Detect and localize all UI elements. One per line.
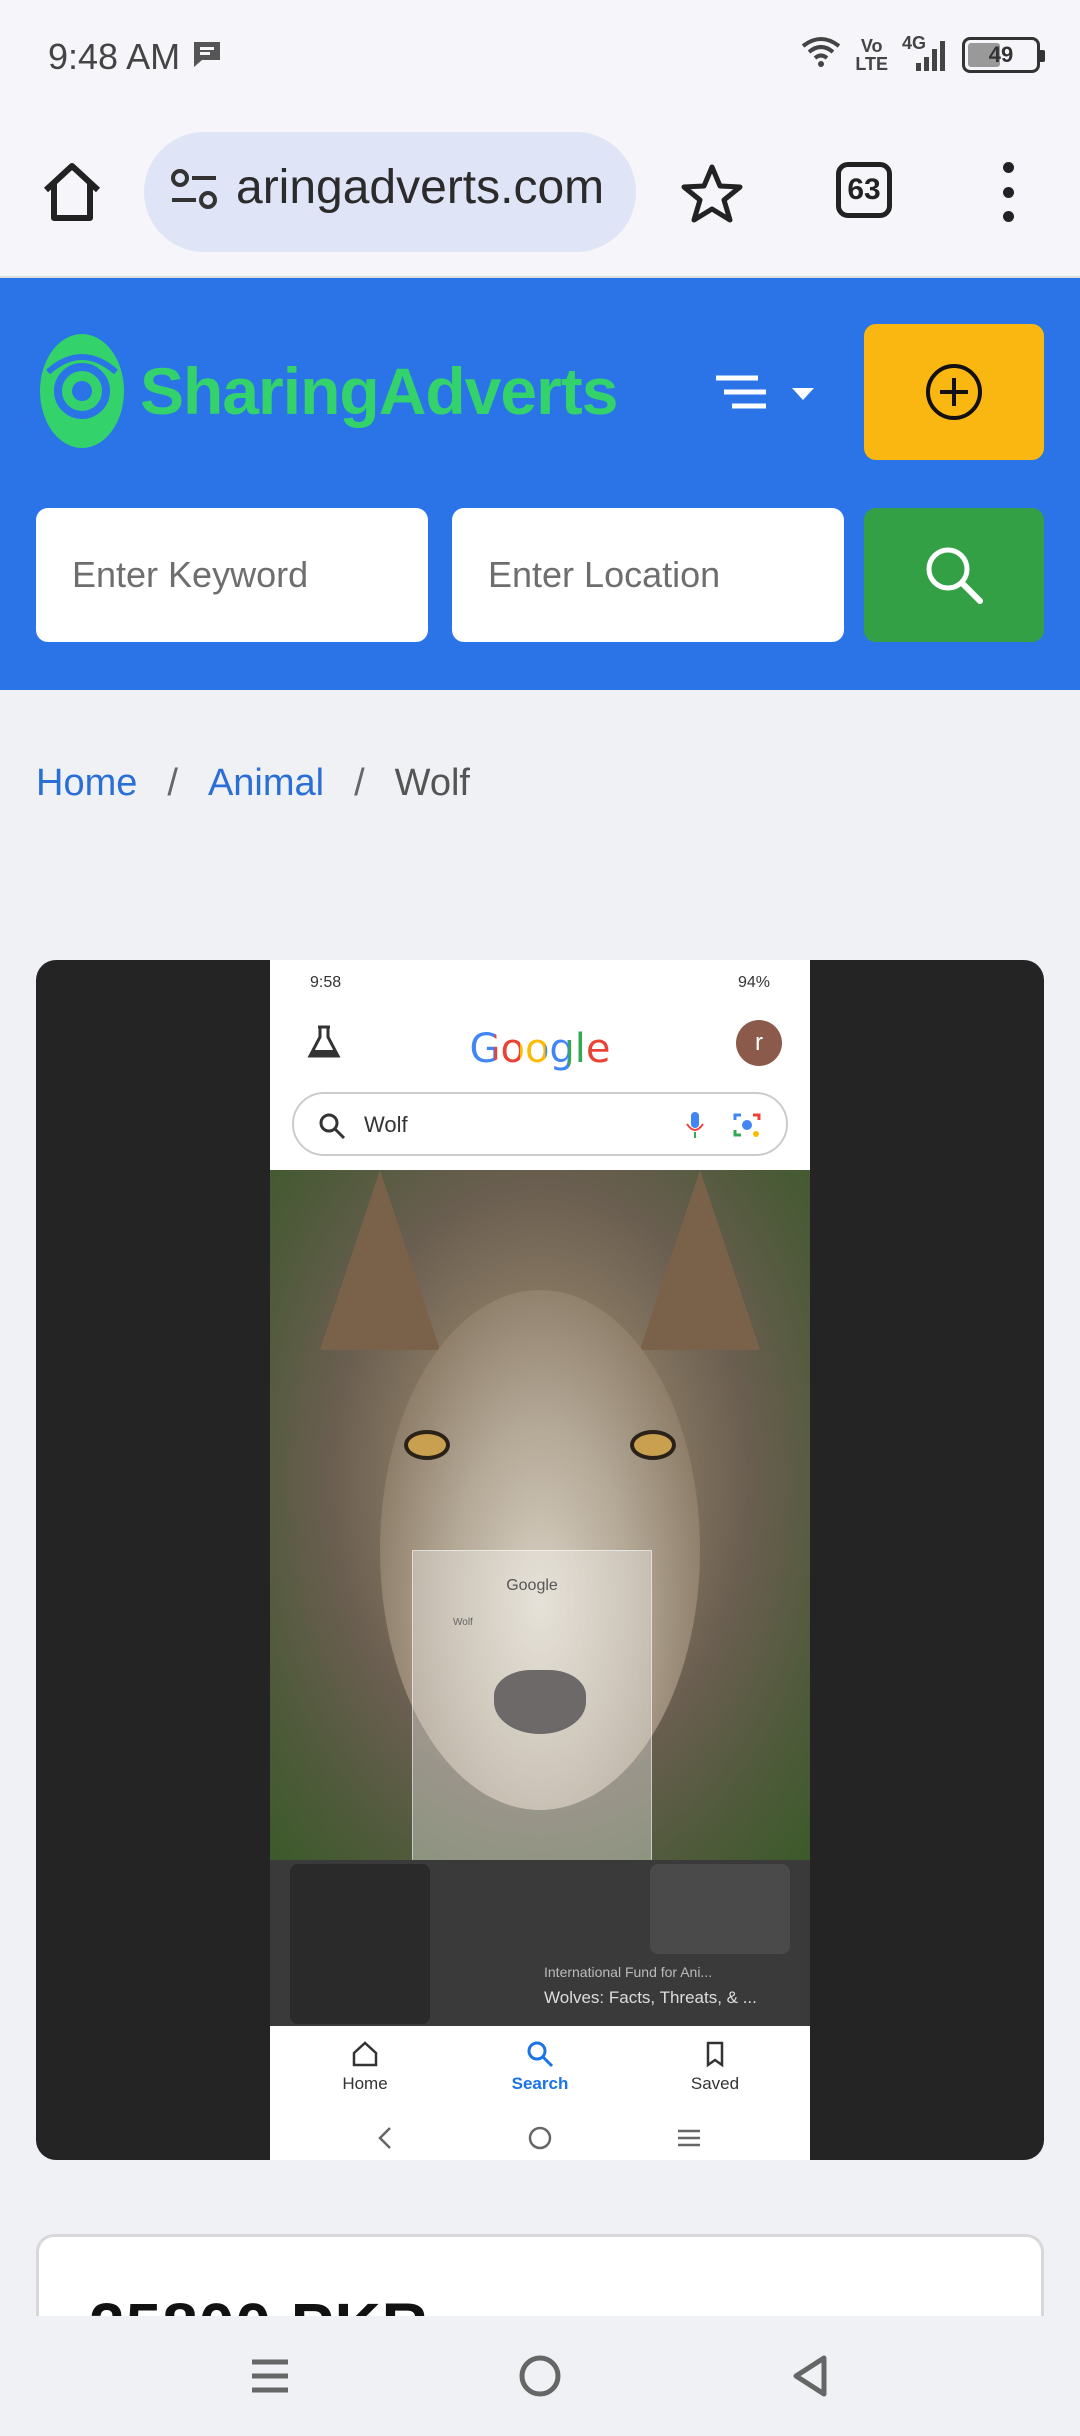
search-button[interactable] — [864, 508, 1044, 642]
keyword-input[interactable]: Enter Keyword — [36, 508, 428, 642]
breadcrumb-current: Wolf — [394, 762, 470, 804]
tab-switcher-button[interactable]: 63 — [836, 162, 892, 218]
embedded-screenshot: 9:58 94% Google r Wolf Google Wolf Inter… — [270, 960, 810, 2160]
logo-text: SharingAdverts — [140, 354, 618, 428]
result-thumbnails: International Fund for Ani... Wolves: Fa… — [270, 1860, 810, 2030]
signal-icon: 4G — [902, 33, 948, 73]
plus-circle-icon — [926, 364, 982, 420]
search-icon — [318, 1112, 346, 1145]
post-ad-button[interactable] — [864, 324, 1044, 460]
status-bar: 9:48 AM Vo LTE 4G 49 — [0, 0, 1080, 118]
logo-icon — [40, 334, 124, 448]
volte-indicator: Vo LTE — [855, 35, 888, 74]
screenshot-system-nav — [270, 2116, 810, 2160]
breadcrumb-separator: / — [354, 762, 365, 804]
location-input[interactable]: Enter Location — [452, 508, 844, 642]
breadcrumb-home[interactable]: Home — [36, 762, 137, 805]
search-icon — [926, 547, 983, 604]
home-circle-icon[interactable] — [516, 2352, 564, 2405]
recent-apps-icon[interactable] — [246, 2352, 294, 2405]
screenshot-status-bar: 9:58 94% — [310, 974, 770, 991]
tab-saved: Saved — [660, 2040, 770, 2094]
screenshot-search-box: Wolf — [292, 1092, 788, 1156]
breadcrumb-separator: / — [167, 762, 178, 804]
back-icon[interactable] — [786, 2352, 834, 2405]
avatar: r — [736, 1020, 782, 1066]
wifi-icon — [801, 36, 841, 73]
home-icon[interactable] — [38, 158, 106, 226]
battery-icon: 49 — [962, 36, 1045, 73]
site-settings-icon[interactable] — [168, 164, 220, 221]
screenshot-bottom-nav: Home Search Saved — [270, 2026, 810, 2160]
address-bar[interactable]: aringadverts.com — [144, 132, 636, 252]
nav-menu-toggle[interactable] — [714, 370, 824, 431]
overflow-menu-icon[interactable] — [996, 162, 1020, 222]
bookmark-star-icon[interactable] — [680, 162, 744, 231]
google-logo: Google — [469, 1026, 611, 1072]
site-header: SharingAdverts Enter Keyword Enter Locat… — [0, 278, 1080, 690]
message-icon — [192, 40, 226, 75]
bookmark-icon — [706, 2041, 724, 2068]
url-text: aringadverts.com — [236, 161, 605, 214]
listing-image[interactable]: 9:58 94% Google r Wolf Google Wolf Inter… — [36, 960, 1044, 2160]
tab-home: Home — [310, 2040, 420, 2094]
mic-icon — [684, 1110, 706, 1145]
system-navigation-bar — [0, 2316, 1080, 2436]
search-icon — [527, 2041, 554, 2068]
lens-icon — [732, 1110, 762, 1145]
status-time: 9:48 AM — [48, 36, 181, 77]
site-logo[interactable]: SharingAdverts — [38, 332, 618, 450]
breadcrumb: Home / Animal / Wolf — [36, 762, 470, 805]
browser-toolbar: aringadverts.com 63 — [0, 118, 1080, 278]
home-icon — [352, 2041, 378, 2067]
tab-search: Search — [485, 2040, 595, 2094]
breadcrumb-category[interactable]: Animal — [208, 762, 324, 805]
